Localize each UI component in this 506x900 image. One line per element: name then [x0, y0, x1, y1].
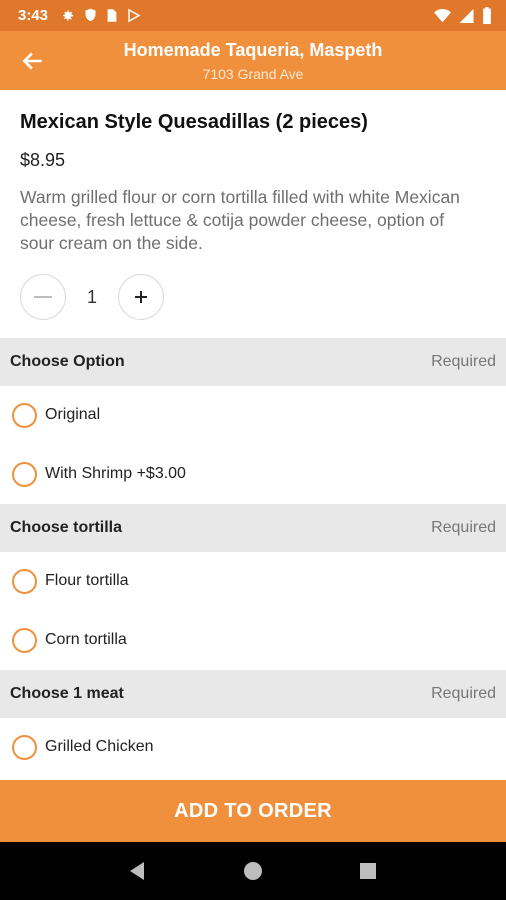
radio-button[interactable] — [12, 735, 37, 760]
wifi-icon — [434, 8, 451, 22]
settings-icon — [63, 10, 74, 21]
status-icons-left — [60, 8, 141, 23]
option-label: Corn tortilla — [45, 631, 127, 648]
app-bar: Homemade Taqueria, Maspeth 7103 Grand Av… — [0, 31, 506, 90]
nav-back-button[interactable] — [123, 856, 153, 886]
status-time: 3:43 — [18, 7, 49, 24]
section-header-tortilla: Choose tortilla Required — [0, 504, 506, 552]
required-label: Required — [431, 519, 496, 536]
minus-icon — [34, 296, 52, 298]
system-nav-bar — [0, 842, 506, 900]
item-description: Warm grilled flour or corn tortilla fill… — [20, 187, 460, 253]
sim-card-icon — [107, 9, 117, 22]
battery-icon — [483, 7, 491, 24]
item-price: $8.95 — [20, 150, 66, 170]
option-label: Original — [45, 406, 101, 423]
option-label: With Shrimp +$3.00 — [45, 465, 186, 482]
radio-button[interactable] — [12, 403, 37, 428]
section-header-option: Choose Option Required — [0, 338, 506, 386]
item-name: Mexican Style Quesadillas (2 pieces) — [20, 111, 368, 133]
nav-home-button[interactable] — [238, 856, 268, 886]
option-grilled-chicken[interactable]: Grilled Chicken — [0, 718, 506, 777]
increase-quantity-button[interactable] — [118, 274, 164, 320]
required-label: Required — [431, 685, 496, 702]
section-header-meat: Choose 1 meat Required — [0, 670, 506, 718]
circle-home-icon — [243, 862, 262, 880]
play-store-icon — [128, 8, 141, 23]
status-icons-right — [434, 0, 492, 31]
radio-button[interactable] — [12, 628, 37, 653]
decrease-quantity-button[interactable] — [20, 274, 66, 320]
nav-recents-button[interactable] — [353, 856, 383, 886]
option-corn-tortilla[interactable]: Corn tortilla — [0, 611, 506, 670]
option-original[interactable]: Original — [0, 386, 506, 445]
section-title: Choose Option — [10, 353, 125, 370]
quantity-value: 1 — [86, 286, 97, 307]
restaurant-name: Homemade Taqueria, Maspeth — [123, 40, 383, 60]
option-flour-tortilla[interactable]: Flour tortilla — [0, 552, 506, 611]
section-title: Choose tortilla — [10, 519, 123, 536]
radio-button[interactable] — [12, 462, 37, 487]
status-bar: 3:43 — [0, 0, 506, 31]
required-label: Required — [431, 353, 496, 370]
triangle-back-icon — [129, 862, 144, 880]
section-title: Choose 1 meat — [10, 685, 124, 702]
radio-button[interactable] — [12, 569, 37, 594]
add-to-order-button[interactable]: ADD TO ORDER — [0, 780, 506, 842]
signal-icon — [459, 8, 474, 23]
option-label: Grilled Chicken — [45, 738, 154, 755]
plus-icon — [135, 291, 147, 303]
quantity-stepper: 1 — [20, 273, 164, 321]
option-with-shrimp[interactable]: With Shrimp +$3.00 — [0, 445, 506, 504]
restaurant-address: 7103 Grand Ave — [202, 66, 304, 82]
option-label: Flour tortilla — [45, 572, 129, 589]
square-recents-icon — [360, 863, 377, 879]
shield-icon — [85, 8, 96, 22]
